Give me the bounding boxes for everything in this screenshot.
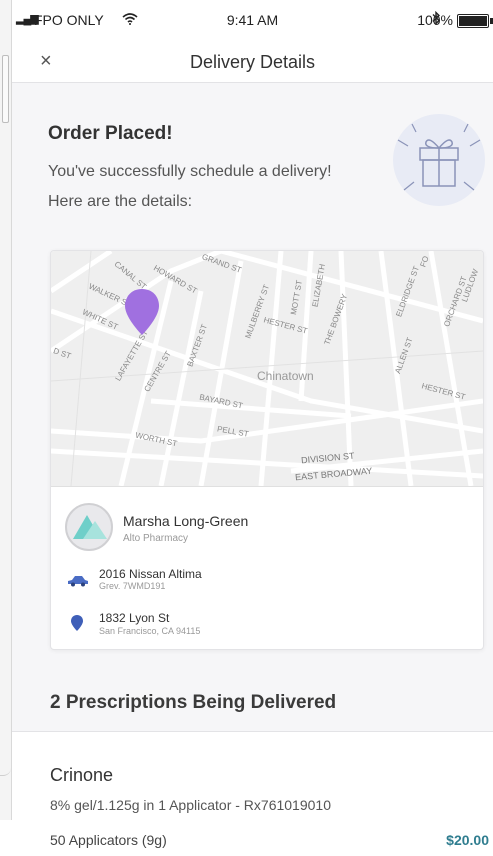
delivery-info: Marsha Long-Green Alto Pharmacy 2016 Nis…	[51, 487, 483, 649]
phone-screen: ▂▄▆ FPO ONLY 9:41 AM 100% × Delivery Det…	[12, 0, 493, 856]
list-item[interactable]: Crinone 8% gel/1.125g in 1 Applicator - …	[12, 731, 493, 856]
drug-price: $20.00	[446, 832, 489, 848]
prescriptions-heading: 2 Prescriptions Being Delivered	[50, 692, 337, 713]
destination-city: San Francisco, CA 94115	[99, 626, 201, 636]
vehicle-plate: Grev. 7WMD191	[99, 581, 166, 591]
scroll-handle[interactable]	[2, 55, 9, 123]
drug-name: Crinone	[50, 765, 114, 785]
driver-name: Marsha Long-Green	[123, 513, 249, 529]
page-title: Delivery Details	[189, 52, 316, 72]
confirmation-heading: Order Placed!	[48, 123, 173, 144]
map-district-label: Chinatown	[257, 369, 314, 383]
location-pin-icon	[71, 615, 83, 636]
drug-description: 8% gel/1.125g in 1 Applicator - Rx761019…	[50, 797, 331, 813]
destination-street: 1832 Lyon St	[99, 611, 170, 625]
status-bar: ▂▄▆ FPO ONLY 9:41 AM 100%	[12, 0, 493, 40]
delivery-card: CANAL ST HOWARD ST GRAND ST WALKER ST WH…	[50, 250, 484, 650]
gift-icon	[384, 110, 493, 210]
drug-quantity: 50 Applicators (9g)	[50, 832, 167, 848]
confirmation-message: You've successfully schedule a delivery!…	[48, 163, 332, 210]
battery-percent: 100%	[417, 12, 453, 28]
car-icon	[67, 574, 89, 592]
avatar	[65, 503, 113, 551]
delivery-map[interactable]: CANAL ST HOWARD ST GRAND ST WALKER ST WH…	[51, 251, 483, 487]
edge-corner	[0, 735, 11, 776]
left-edge-panel	[0, 0, 12, 820]
vehicle-model: 2016 Nissan Altima	[99, 567, 202, 581]
driver-company: Alto Pharmacy	[123, 533, 189, 544]
nav-bar: × Delivery Details	[12, 40, 493, 83]
battery-icon	[457, 14, 493, 28]
